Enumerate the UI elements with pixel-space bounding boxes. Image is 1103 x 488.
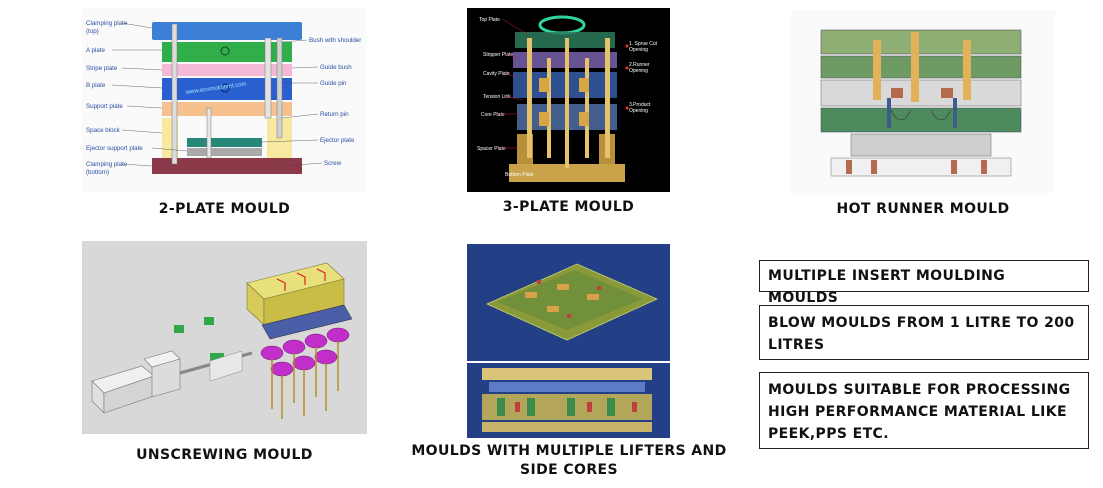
label-b-plate: B plate	[86, 82, 106, 89]
label-clamping-bottom: Clamping plate	[86, 161, 128, 168]
label-top-plate: Top Plate	[479, 17, 500, 23]
label-bottom-plate: Bottom Plate	[505, 172, 534, 178]
three-plate-mould-diagram: Top Plate Stripper Plate Cavity Plate Te…	[467, 8, 670, 192]
label-ejector-plate: Ejector plate	[320, 137, 355, 144]
blow-moulds-box: BLOW MOULDS FROM 1 LITRE TO 200 LITRES	[759, 305, 1089, 360]
caption-three-plate: 3-PLATE MOULD	[502, 199, 635, 215]
label-clamping-top-sub: (top)	[86, 28, 99, 35]
lifters-mould-diagram	[467, 244, 670, 438]
blow-moulds-text: BLOW MOULDS FROM 1 LITRE TO 200 LITRES	[768, 315, 1075, 353]
insert-moulding-text: MULTIPLE INSERT MOULDING MOULDS	[768, 268, 1006, 306]
label-opening-2b: Opening	[629, 68, 648, 74]
label-a-plate: A plate	[86, 47, 105, 54]
label-opening-1b: Opening	[629, 47, 648, 53]
label-spacer-plate: Spacer Plate	[477, 146, 506, 152]
caption-two-plate: 2-PLATE MOULD	[158, 201, 291, 217]
label-ejector-support: Ejector support plate	[86, 145, 143, 152]
hot-runner-mould-diagram	[791, 10, 1055, 193]
two-plate-mould-diagram: www.ecomoldinmt.com Clamping plate (top)…	[82, 8, 367, 192]
high-performance-text: MOULDS SUITABLE FOR PROCESSING HIGH PERF…	[768, 382, 1071, 442]
label-stripe-plate: Stripe plate	[86, 65, 118, 72]
label-screw: Screw	[324, 160, 342, 167]
label-support-plate: Support plate	[86, 103, 123, 110]
unscrewing-mould-diagram	[82, 241, 367, 434]
caption-unscrewing: UNSCREWING MOULD	[136, 447, 313, 463]
high-performance-box: MOULDS SUITABLE FOR PROCESSING HIGH PERF…	[759, 372, 1089, 449]
label-tension-link: Tension Link	[483, 94, 511, 100]
label-clamping-top: Clamping plate	[86, 20, 128, 27]
label-bush: Bush with shoulder	[309, 37, 361, 44]
label-cavity-plate: Cavity Plate	[483, 71, 510, 77]
label-core-plate: Core Plate	[481, 112, 505, 118]
label-space-block: Space block	[86, 127, 121, 134]
label-opening-3b: Opening	[629, 108, 648, 114]
caption-hot-runner: HOT RUNNER MOULD	[836, 201, 1010, 217]
insert-moulding-box: MULTIPLE INSERT MOULDING MOULDS	[759, 260, 1089, 306]
label-guide-pin: Guide pin	[320, 80, 347, 87]
label-return-pin: Return pin	[320, 111, 349, 118]
label-clamping-bottom-sub: (bottom)	[86, 169, 109, 176]
caption-lifters: MOULDS WITH MULTIPLE LIFTERS AND SIDE CO…	[411, 443, 727, 478]
label-guide-bush: Guide bush	[320, 64, 352, 71]
